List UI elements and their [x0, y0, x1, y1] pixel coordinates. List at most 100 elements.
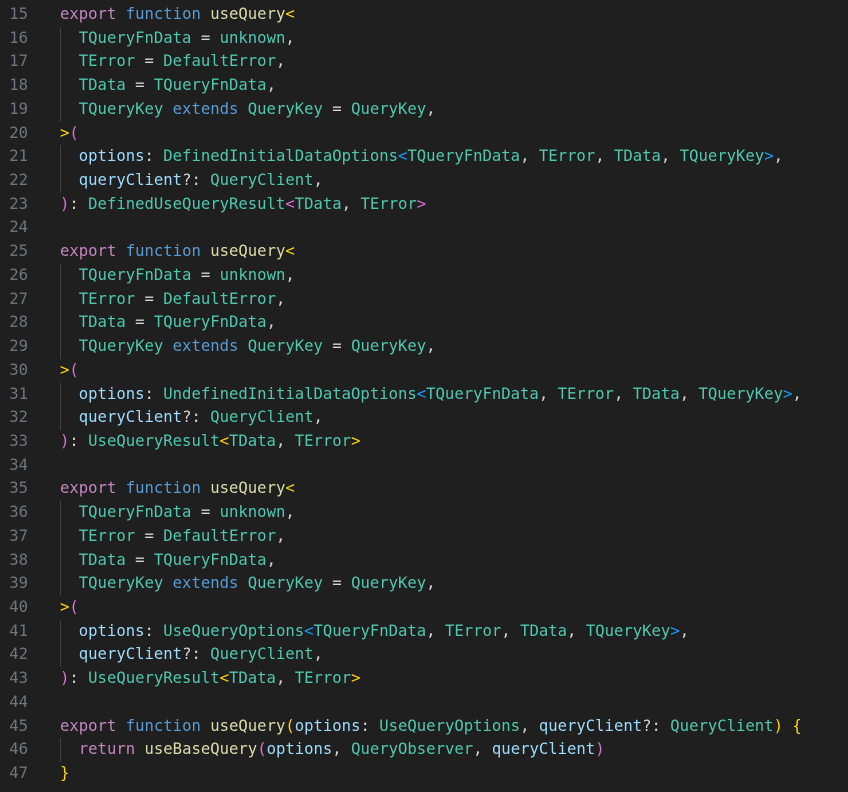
- line-number: 41: [9, 621, 28, 640]
- type-token: QueryObserver: [351, 740, 474, 759]
- code-line[interactable]: 25 export function useQuery<: [0, 240, 848, 264]
- type-token: TQueryFnData: [78, 28, 192, 47]
- code-line[interactable]: 18 TData = TQueryFnData,: [0, 74, 848, 98]
- punctuation-token: ,: [275, 669, 295, 688]
- code-line[interactable]: 16 TQueryFnData = unknown,: [0, 26, 848, 51]
- line-number: 22: [9, 171, 28, 190]
- punctuation-token: :: [69, 669, 89, 688]
- type-token: TQueryKey: [698, 384, 783, 403]
- line-number: 46: [9, 740, 28, 759]
- line-content: export function useQuery<: [60, 3, 295, 27]
- code-line[interactable]: 30 >(: [0, 359, 848, 383]
- type-token: DefaultError: [163, 52, 276, 71]
- code-line[interactable]: 44: [0, 691, 848, 715]
- type-token: TData: [78, 550, 126, 569]
- type-token: QueryKey: [247, 337, 323, 356]
- punctuation-token: ,: [266, 313, 276, 332]
- keyword-token: export: [60, 242, 117, 261]
- punctuation-token: ?:: [182, 408, 211, 427]
- type-token: TData: [78, 313, 126, 332]
- bracket-token: >: [764, 147, 774, 166]
- code-line[interactable]: 34: [0, 454, 848, 478]
- code-line[interactable]: 43): UseQueryResult<TData, TError>: [0, 667, 848, 691]
- code-line[interactable]: 42 queryClient?: QueryClient,: [0, 643, 848, 668]
- line-number: 42: [9, 645, 28, 664]
- code-line[interactable]: 28 TData = TQueryFnData,: [0, 311, 848, 336]
- line-number: 37: [9, 526, 28, 545]
- code-line[interactable]: 41 options: UseQueryOptions<TQueryFnData…: [0, 619, 848, 644]
- line-number: 18: [9, 76, 28, 95]
- line-content: options: UseQueryOptions<TQueryFnData, T…: [60, 620, 689, 644]
- code-line[interactable]: 23): DefinedUseQueryResult<TData, TError…: [0, 193, 848, 217]
- bracket-token: <: [398, 147, 408, 166]
- code-line[interactable]: 40 >(: [0, 596, 848, 620]
- punctuation-token: :: [69, 431, 89, 450]
- type-token: unknown: [219, 503, 286, 522]
- punctuation-token: [238, 100, 247, 118]
- bracket-token: >: [351, 431, 361, 450]
- code-line[interactable]: 32 queryClient?: QueryClient,: [0, 406, 848, 430]
- type-token: TData: [613, 147, 661, 166]
- code-line[interactable]: 47}: [0, 762, 848, 786]
- line-number: 34: [9, 455, 28, 474]
- type-token: DefinedUseQueryResult: [88, 194, 286, 213]
- line-content: >(: [60, 596, 79, 620]
- punctuation-token: [116, 242, 125, 260]
- code-line[interactable]: 31 options: UndefinedInitialDataOptions<…: [0, 382, 848, 407]
- punctuation-token: ,: [520, 147, 539, 166]
- code-line[interactable]: 33): UseQueryResult<TData, TError>: [0, 430, 848, 454]
- bracket-token: >: [670, 621, 680, 640]
- type-token: TError: [294, 669, 352, 688]
- type-token: TData: [78, 76, 126, 95]
- punctuation-token: [201, 242, 210, 260]
- code-line[interactable]: 20 >(: [0, 122, 848, 146]
- code-line[interactable]: 29 TQueryKey extends QueryKey = QueryKey…: [0, 335, 848, 359]
- code-line[interactable]: 45 export function useQuery(options: UseQ…: [0, 715, 848, 739]
- bracket-token: <: [285, 194, 295, 213]
- type-token: TError: [78, 52, 136, 71]
- line-number: 27: [9, 289, 28, 308]
- code-line[interactable]: 17 TError = DefaultError,: [0, 50, 848, 75]
- code-editor[interactable]: 15 export function useQuery< 16 TQueryFnDa…: [0, 0, 848, 792]
- code-line[interactable]: 24: [0, 216, 848, 240]
- code-line[interactable]: 36 TQueryFnData = unknown,: [0, 501, 848, 525]
- code-line[interactable]: 22 queryClient?: QueryClient,: [0, 169, 848, 193]
- punctuation-token: ,: [792, 384, 802, 403]
- line-content: options: UndefinedInitialDataOptions<TQu…: [60, 383, 802, 407]
- type-token: QueryKey: [351, 99, 427, 118]
- punctuation-token: [163, 100, 172, 118]
- keyword-token: return: [78, 740, 136, 759]
- line-number: 35: [9, 479, 28, 498]
- bracket-token: (: [257, 740, 267, 759]
- code-line[interactable]: 15 export function useQuery<: [0, 3, 848, 27]
- code-line[interactable]: 26 TQueryFnData = unknown,: [0, 263, 848, 288]
- type-token: UseQueryResult: [88, 431, 220, 450]
- line-content: TQueryFnData = unknown,: [60, 264, 295, 288]
- punctuation-token: =: [135, 526, 164, 545]
- code-line[interactable]: 46 return useBaseQuery(options, QueryObs…: [0, 738, 848, 762]
- type-token: TQueryFnData: [313, 621, 427, 640]
- type-token: TError: [78, 526, 136, 545]
- storage-keyword-token: extends: [172, 337, 239, 356]
- code-line[interactable]: 37 TError = DefaultError,: [0, 524, 848, 549]
- type-token: TQueryFnData: [153, 313, 267, 332]
- line-number: 29: [9, 337, 28, 356]
- line-content: TError = DefaultError,: [60, 525, 286, 549]
- code-line[interactable]: 27 TError = DefaultError,: [0, 287, 848, 312]
- punctuation-token: [163, 574, 172, 592]
- punctuation-token: [60, 29, 79, 47]
- punctuation-token: =: [125, 313, 154, 332]
- code-line[interactable]: 38 TData = TQueryFnData,: [0, 548, 848, 573]
- code-line[interactable]: 35 export function useQuery<: [0, 477, 848, 501]
- punctuation-token: ,: [501, 621, 521, 640]
- type-token: TData: [632, 384, 680, 403]
- code-line[interactable]: 19 TQueryKey extends QueryKey = QueryKey…: [0, 97, 848, 122]
- function-name-token: useQuery: [210, 479, 286, 498]
- function-name-token: useBaseQuery: [144, 740, 258, 759]
- code-line[interactable]: 21 options: DefinedInitialDataOptions<TQ…: [0, 145, 848, 170]
- storage-keyword-token: function: [125, 5, 201, 23]
- punctuation-token: ,: [473, 740, 492, 759]
- code-line[interactable]: 39 TQueryKey extends QueryKey = QueryKey…: [0, 572, 848, 596]
- line-number: 15: [9, 5, 28, 23]
- line-content: ): DefinedUseQueryResult<TData, TError>: [60, 193, 426, 217]
